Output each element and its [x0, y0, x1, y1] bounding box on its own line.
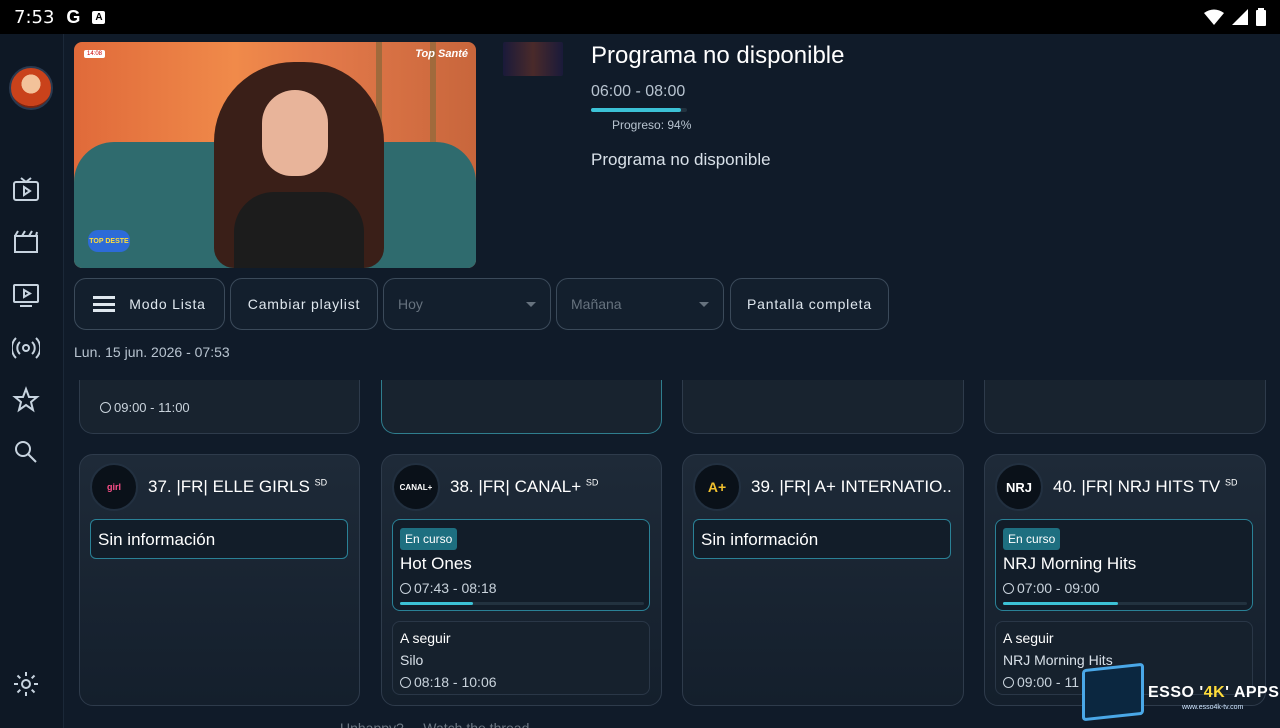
sidebar-item-favorites[interactable]: [0, 382, 52, 418]
channel-card-partial[interactable]: 09:00 - 11:00: [79, 380, 360, 434]
clock-icon: [100, 402, 111, 413]
broadcast-icon: [12, 337, 40, 359]
current-program-time: 07:00 - 09:00: [1003, 580, 1100, 596]
video-preview[interactable]: 14:08 Top Santé TOP DESTE: [74, 42, 476, 268]
tomorrow-placeholder: Mañana: [571, 296, 622, 312]
next-program-title: Silo: [400, 652, 424, 668]
no-info-box[interactable]: Sin información: [90, 519, 348, 559]
channel-header: girl 37. |FR| ELLE GIRLS SD: [90, 463, 327, 511]
current-program-title: Hot Ones: [400, 554, 472, 573]
channel-logo: girl: [90, 463, 138, 511]
status-time: 7:53: [14, 6, 55, 28]
sidebar-item-movies[interactable]: [0, 224, 52, 260]
app-notification-icon: A: [92, 10, 106, 24]
on-air-badge: En curso: [400, 528, 458, 550]
watermark-logo: ESSO '4K' APPS www.esso4k-tv.com: [1082, 662, 1280, 728]
current-program[interactable]: En curso NRJ Morning Hits 07:00 - 09:00: [995, 519, 1253, 611]
channel-card-partial[interactable]: [682, 380, 964, 434]
next-program[interactable]: A seguir Silo 08:18 - 10:06: [392, 621, 650, 695]
star-icon: [12, 386, 40, 413]
channel-logo: NRJ: [995, 463, 1043, 511]
status-bar: 7:53 G A: [0, 0, 1280, 34]
watermark-brand: ESSO '4K' APPS: [1148, 684, 1280, 701]
program-thumbnail: [503, 42, 563, 76]
list-mode-button[interactable]: Modo Lista: [74, 278, 225, 330]
current-progress-fill: [1003, 602, 1118, 605]
program-title: Programa no disponible: [591, 42, 845, 69]
watermark-url: www.esso4k-tv.com: [1182, 704, 1244, 711]
channel-header: CANAL+ 38. |FR| CANAL+ SD: [392, 463, 598, 511]
signal-icon: [1232, 9, 1248, 25]
today-placeholder: Hoy: [398, 296, 423, 312]
list-icon: [93, 296, 116, 312]
current-progress-fill: [400, 602, 474, 605]
current-program-progress: [1003, 602, 1247, 605]
tomorrow-select[interactable]: Mañana: [556, 278, 724, 330]
avatar[interactable]: [9, 66, 53, 110]
channel-card[interactable]: CANAL+ 38. |FR| CANAL+ SD En curso Hot O…: [381, 454, 662, 706]
fullscreen-label: Pantalla completa: [747, 296, 872, 312]
next-program-time: 08:18 - 10:06: [400, 674, 497, 690]
partial-program-time: 09:00 - 11:00: [100, 400, 190, 415]
current-program-title: NRJ Morning Hits: [1003, 554, 1137, 573]
wifi-icon: [1204, 9, 1224, 25]
movie-icon: [14, 230, 38, 253]
sidebar: [0, 34, 64, 728]
google-icon: G: [66, 6, 81, 27]
fullscreen-button[interactable]: Pantalla completa: [730, 278, 889, 330]
channel-name: 37. |FR| ELLE GIRLS SD: [148, 477, 328, 496]
bottom-overlay-text: Unhappy? ... Watch the thread: [340, 720, 530, 728]
channel-header: NRJ 40. |FR| NRJ HITS TV SD: [995, 463, 1237, 511]
program-time: 06:00 - 08:00: [591, 83, 686, 100]
battery-icon: [1256, 8, 1266, 26]
next-program-time: 09:00 - 11: [1003, 674, 1079, 690]
program-progress-bar: [591, 108, 687, 112]
channel-card-partial[interactable]: [984, 380, 1266, 434]
search-icon: [15, 441, 37, 463]
channel-card[interactable]: girl 37. |FR| ELLE GIRLS SD Sin informac…: [79, 454, 360, 706]
monitor-icon: [1082, 662, 1144, 722]
chevron-down-icon: [526, 301, 536, 307]
program-progress-label: Progreso: 94%: [612, 118, 692, 132]
sidebar-item-search[interactable]: [0, 434, 52, 470]
channel-logo: A+: [693, 463, 741, 511]
channel-logo: CANAL+: [392, 463, 440, 511]
tv-icon: [13, 177, 39, 201]
channel-name: 38. |FR| CANAL+ SD: [450, 477, 599, 496]
channel-card-partial[interactable]: [381, 380, 662, 434]
preview-channel-logo: Top Santé: [415, 48, 468, 60]
no-info-box[interactable]: Sin información: [693, 519, 951, 559]
today-select[interactable]: Hoy: [383, 278, 551, 330]
preview-person: [214, 62, 384, 268]
on-air-badge: En curso: [1003, 528, 1061, 550]
sidebar-item-settings[interactable]: [0, 666, 52, 702]
settings-icon: [14, 672, 38, 696]
current-program-time: 07:43 - 08:18: [400, 580, 497, 596]
clock-icon: [1003, 677, 1014, 688]
clock-icon: [400, 583, 411, 594]
channel-header: A+ 39. |FR| A+ INTERNATIO..: [693, 463, 952, 511]
sidebar-item-tv[interactable]: [0, 172, 52, 208]
sidebar-item-radio[interactable]: [0, 330, 52, 366]
current-date-time: Lun. 15 jun. 2026 - 07:53: [74, 344, 230, 360]
chevron-down-icon: [699, 301, 709, 307]
program-description: Programa no disponible: [591, 150, 771, 169]
list-mode-label: Modo Lista: [129, 296, 206, 312]
clock-icon: [400, 677, 411, 688]
channel-name: 40. |FR| NRJ HITS TV SD: [1053, 477, 1238, 496]
preview-sticker: TOP DESTE: [88, 230, 130, 252]
series-icon: [13, 284, 39, 307]
clock-icon: [1003, 583, 1014, 594]
sidebar-item-series[interactable]: [0, 277, 52, 313]
current-program[interactable]: En curso Hot Ones 07:43 - 08:18: [392, 519, 650, 611]
program-progress-fill: [591, 108, 682, 112]
preview-clock-tag: 14:08: [84, 50, 106, 58]
next-label: A seguir: [1003, 630, 1054, 646]
next-label: A seguir: [400, 630, 451, 646]
channel-card[interactable]: A+ 39. |FR| A+ INTERNATIO.. Sin informac…: [682, 454, 964, 706]
channel-name: 39. |FR| A+ INTERNATIO..: [751, 477, 952, 496]
current-program-progress: [400, 602, 644, 605]
change-playlist-label: Cambiar playlist: [247, 296, 361, 312]
change-playlist-button[interactable]: Cambiar playlist: [230, 278, 378, 330]
